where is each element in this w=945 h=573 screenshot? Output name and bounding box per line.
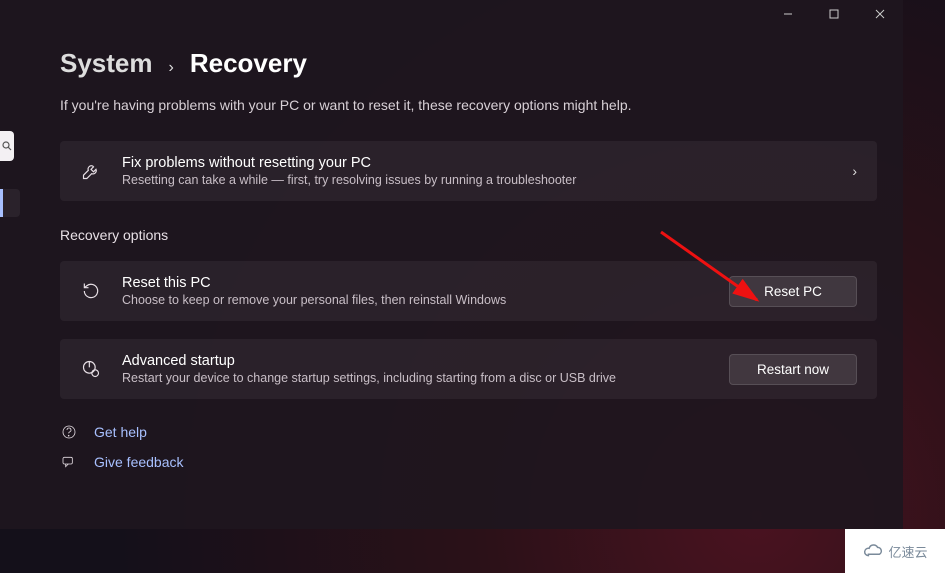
settings-window: System › Recovery If you're having probl…: [0, 0, 903, 529]
chevron-right-icon: ›: [852, 163, 857, 179]
watermark-text: 亿速云: [888, 542, 927, 561]
window-titlebar: [765, 0, 903, 28]
advanced-startup-card: Advanced startup Restart your device to …: [60, 339, 877, 399]
maximize-button[interactable]: [811, 0, 857, 28]
minimize-button[interactable]: [765, 0, 811, 28]
breadcrumb: System › Recovery: [60, 48, 877, 79]
breadcrumb-parent[interactable]: System: [60, 48, 153, 79]
give-feedback-link[interactable]: Give feedback: [60, 453, 877, 471]
give-feedback-label: Give feedback: [94, 454, 184, 470]
nav-selected-indicator[interactable]: [0, 189, 20, 217]
get-help-link[interactable]: Get help: [60, 423, 877, 441]
close-button[interactable]: [857, 0, 903, 28]
power-settings-icon: [80, 358, 102, 380]
recovery-options-label: Recovery options: [60, 227, 877, 243]
troubleshoot-card[interactable]: Fix problems without resetting your PC R…: [60, 141, 877, 201]
troubleshoot-desc: Resetting can take a while — first, try …: [122, 173, 832, 187]
breadcrumb-current: Recovery: [190, 48, 307, 79]
troubleshoot-title: Fix problems without resetting your PC: [122, 155, 832, 171]
help-icon: [60, 423, 78, 441]
restart-now-button[interactable]: Restart now: [729, 354, 857, 385]
feedback-icon: [60, 453, 78, 471]
search-input-edge[interactable]: [0, 131, 14, 161]
reset-desc: Choose to keep or remove your personal f…: [122, 293, 709, 307]
reset-title: Reset this PC: [122, 275, 709, 291]
reset-pc-button[interactable]: Reset PC: [729, 276, 857, 307]
wrench-icon: [80, 160, 102, 182]
watermark: 亿速云: [845, 529, 945, 573]
advanced-title: Advanced startup: [122, 353, 709, 369]
cloud-icon: [862, 543, 884, 559]
advanced-desc: Restart your device to change startup se…: [122, 371, 709, 385]
chevron-right-icon: ›: [169, 59, 174, 77]
get-help-label: Get help: [94, 424, 147, 440]
page-subtitle: If you're having problems with your PC o…: [60, 97, 877, 113]
page-content: System › Recovery If you're having probl…: [60, 48, 877, 471]
reset-icon: [80, 280, 102, 302]
reset-pc-card: Reset this PC Choose to keep or remove y…: [60, 261, 877, 321]
